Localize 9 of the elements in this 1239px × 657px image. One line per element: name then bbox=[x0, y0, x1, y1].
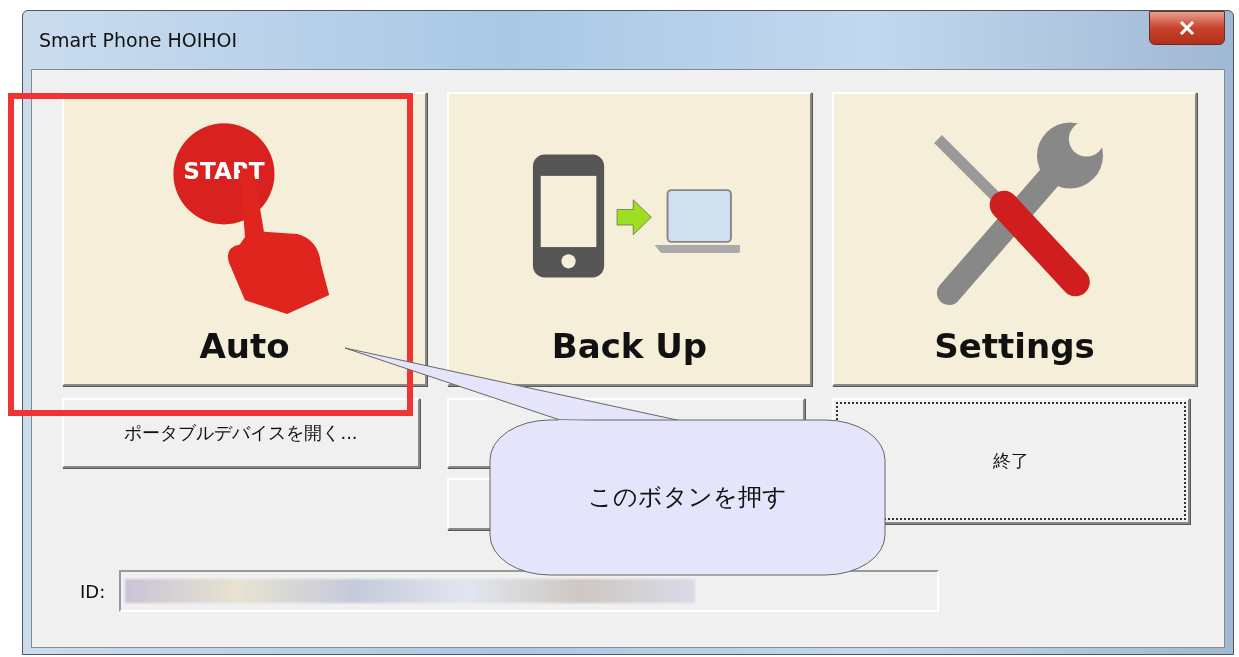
id-field[interactable] bbox=[119, 570, 940, 612]
callout-text: このボタンを押す bbox=[587, 482, 787, 512]
big-button[interactable]: Settings bbox=[832, 92, 1197, 386]
window-title: Smart Phone HOIHOI bbox=[38, 29, 238, 51]
close-button[interactable] bbox=[1149, 11, 1225, 45]
open-device-button[interactable]: ポータブルデバイスを開く... bbox=[62, 398, 420, 468]
id-label: ID: bbox=[80, 580, 106, 602]
close-icon bbox=[1179, 21, 1195, 35]
big-button[interactable]: Back Up bbox=[447, 92, 812, 386]
